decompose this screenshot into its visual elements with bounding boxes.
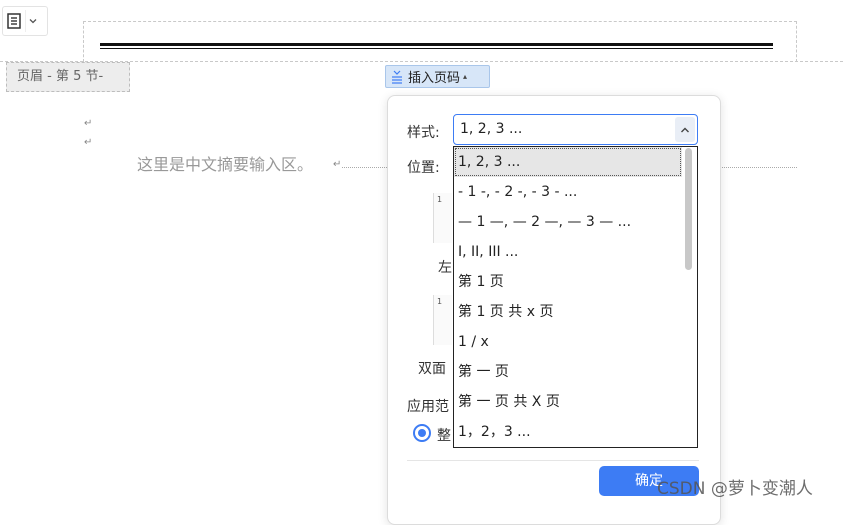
style-option[interactable]: 第 1 页 — [454, 267, 682, 297]
position-double-label: 双面 — [418, 361, 446, 377]
style-option[interactable]: 第 1 页 共 x 页 — [454, 297, 682, 327]
position-label: 位置: — [407, 160, 440, 176]
thumbnail-number: 1 — [437, 297, 443, 306]
thumbnail-number: 1 — [437, 195, 443, 204]
scope-option-label: 整 — [437, 428, 451, 444]
style-dropdown-list[interactable]: 1, 2, 3 ... - 1 -, - 2 -, - 3 - ... — 1 … — [453, 146, 698, 448]
paragraph-mark: ↵ — [84, 118, 93, 129]
caret-up-icon: ▴ — [463, 72, 468, 81]
style-option[interactable]: 1, 2, 3 ... — [454, 147, 682, 177]
abstract-placeholder-text[interactable]: 这里是中文摘要输入区。 — [137, 151, 313, 175]
document-layout-icon[interactable] — [3, 10, 25, 32]
apply-scope-label: 应用范 — [407, 399, 449, 415]
style-select[interactable]: 1, 2, 3 ... — [453, 114, 698, 145]
insert-page-number-label: 插入页码 — [408, 71, 461, 86]
radio-dot — [418, 429, 426, 437]
header-area[interactable] — [83, 21, 797, 62]
style-option[interactable]: - 1 -, - 2 -, - 3 - ... — [454, 177, 682, 207]
header-double-rule-thin — [100, 48, 773, 49]
position-thumbnail-double[interactable]: 1 — [433, 295, 452, 345]
style-option[interactable]: 第 一 页 共 X 页 — [454, 387, 682, 417]
style-label: 样式: — [407, 125, 440, 141]
chevron-down-icon[interactable] — [25, 10, 40, 32]
page-number-icon — [386, 70, 408, 84]
header-section-tag: 页眉 - 第 5 节- — [6, 62, 130, 92]
dropdown-scrollbar[interactable] — [685, 148, 692, 270]
paragraph-mark: ↵ — [333, 159, 342, 170]
position-thumbnail-left[interactable]: 1 — [433, 193, 452, 243]
header-double-rule-thick — [100, 43, 773, 46]
watermark: CSDN @萝卜变潮人 — [657, 479, 813, 499]
paragraph-mark: ↵ — [84, 137, 93, 148]
popup-divider — [407, 460, 699, 461]
insert-page-number-button[interactable]: 插入页码 ▴ — [385, 65, 490, 88]
style-option[interactable]: 第 一 页 — [454, 357, 682, 387]
layout-tool-button[interactable] — [2, 6, 48, 36]
chevron-up-icon[interactable] — [675, 117, 695, 142]
style-select-value: 1, 2, 3 ... — [460, 121, 523, 137]
position-left-label: 左 — [438, 260, 452, 276]
style-option[interactable]: — 1 —, — 2 —, — 3 — ... — [454, 207, 682, 237]
style-option[interactable]: I, II, III ... — [454, 237, 682, 267]
style-option[interactable]: 1 / x — [454, 327, 682, 357]
style-option[interactable]: 1，2，3 ... — [454, 417, 682, 447]
scope-radio[interactable] — [413, 424, 431, 442]
